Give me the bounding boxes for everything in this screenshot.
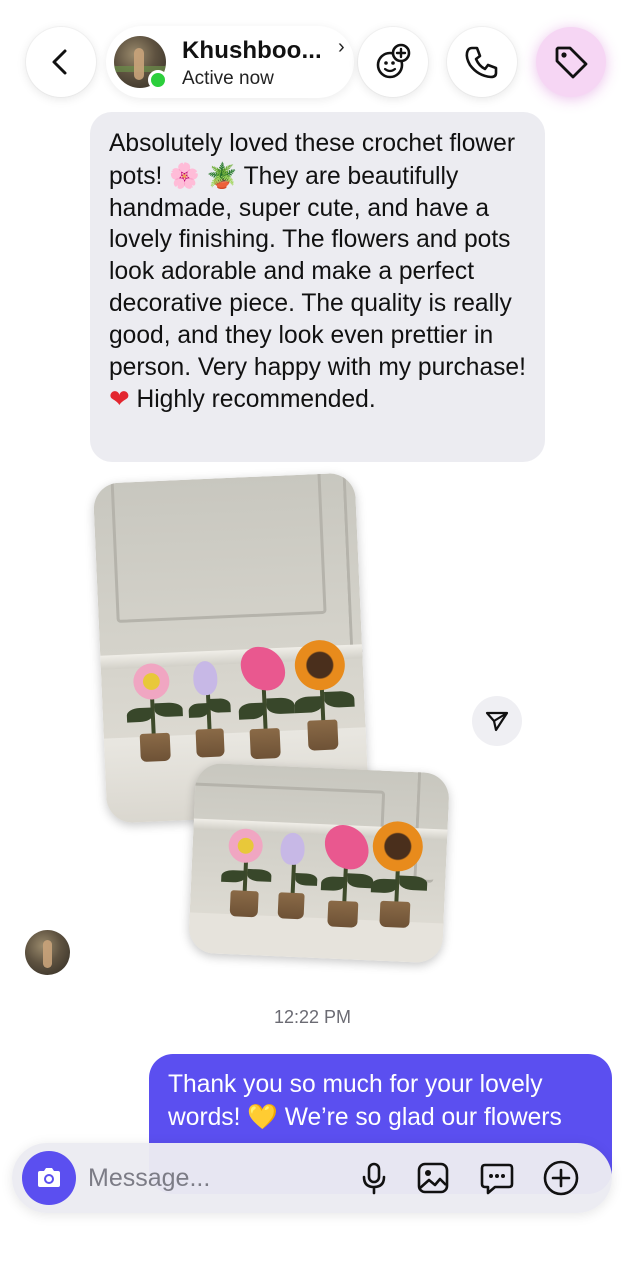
red-heart-emoji: ❤ bbox=[109, 384, 130, 414]
message-timestamp: 12:22 PM bbox=[273, 1007, 352, 1027]
plus-button[interactable] bbox=[542, 1159, 580, 1197]
online-status-dot bbox=[148, 70, 168, 90]
chevron-left-icon bbox=[52, 49, 67, 75]
message-text: They are beautifully handmade, super cut… bbox=[109, 162, 526, 381]
camera-button[interactable] bbox=[22, 1151, 76, 1205]
contact-profile-button[interactable]: Khushboo... › Active now bbox=[106, 26, 354, 98]
effects-add-icon bbox=[376, 43, 411, 79]
phone-icon bbox=[465, 46, 498, 79]
message-text: Highly recommended. bbox=[129, 386, 376, 414]
sticker-button[interactable] bbox=[478, 1159, 516, 1197]
microphone-icon bbox=[362, 1162, 386, 1195]
potted-plant-emoji: 🪴 bbox=[206, 160, 238, 190]
send-share-icon bbox=[485, 711, 509, 732]
share-button[interactable] bbox=[472, 696, 522, 746]
message-text: We’re so glad our flowers bbox=[277, 1103, 562, 1131]
microphone-button[interactable] bbox=[355, 1159, 393, 1197]
sender-avatar[interactable] bbox=[25, 930, 70, 975]
tag-button[interactable] bbox=[536, 27, 606, 97]
message-input[interactable] bbox=[88, 1157, 338, 1199]
gallery-button[interactable] bbox=[414, 1159, 452, 1197]
message-composer bbox=[12, 1143, 612, 1213]
cherry-blossom-emoji: 🌸 bbox=[169, 160, 200, 190]
chevron-right-icon: › bbox=[338, 36, 345, 58]
chat-header: Khushboo... › Active now bbox=[0, 0, 625, 112]
crochet-flowers-photo-2[interactable] bbox=[187, 762, 451, 964]
tag-icon bbox=[555, 46, 588, 79]
yellow-heart-emoji: 💛 bbox=[247, 1101, 278, 1131]
image-gallery-icon bbox=[417, 1162, 449, 1194]
camera-icon bbox=[38, 1168, 60, 1187]
back-button[interactable] bbox=[26, 27, 96, 97]
sticker-chat-icon bbox=[480, 1163, 514, 1195]
call-button[interactable] bbox=[447, 27, 517, 97]
incoming-message-bubble[interactable]: Absolutely loved these crochet flower po… bbox=[90, 112, 545, 462]
active-status: Active now bbox=[182, 68, 274, 89]
plus-circle-icon bbox=[543, 1160, 579, 1196]
contact-name: Khushboo... bbox=[182, 37, 322, 64]
effects-button[interactable] bbox=[358, 27, 428, 97]
